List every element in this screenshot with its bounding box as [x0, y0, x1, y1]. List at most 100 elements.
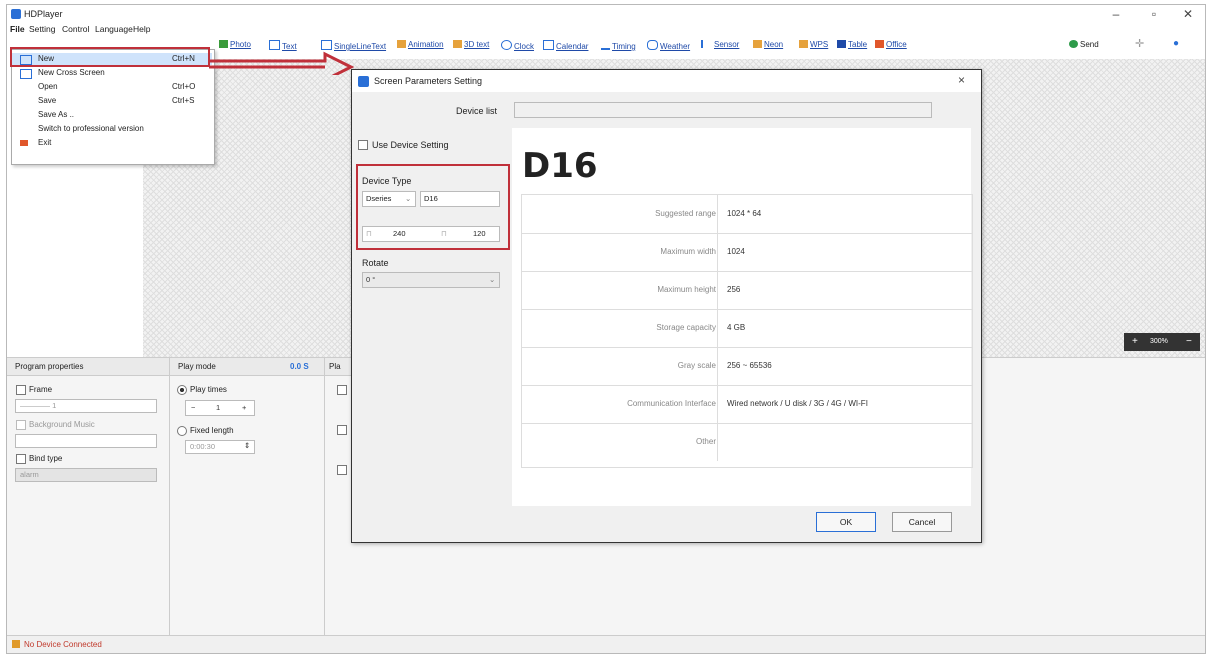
spin-icon[interactable]: ⇕ [244, 441, 250, 450]
rotate-select[interactable]: 0 ° ⌄ [362, 272, 500, 288]
ok-button[interactable]: OK [816, 512, 876, 532]
toolbar-table[interactable]: Table [837, 40, 867, 49]
option-checkbox[interactable] [337, 385, 347, 395]
table-row: Maximum height 256 [522, 271, 972, 310]
minimize-button[interactable]: – [1101, 7, 1131, 21]
annotation-box [10, 47, 210, 67]
dialog-close-icon[interactable]: × [958, 73, 965, 87]
maximize-button[interactable]: ▫ [1139, 7, 1169, 21]
toolbar-3dtext[interactable]: 3D text [453, 40, 489, 49]
menu-item-save-shortcut: Ctrl+S [172, 96, 195, 105]
divider [324, 358, 325, 636]
dialog-logo-icon [358, 76, 369, 87]
spec-key: Other [695, 437, 716, 446]
use-device-setting-label: Use Device Setting [372, 140, 449, 150]
program-properties-header: Program properties [7, 358, 169, 376]
send-button[interactable]: Send [1069, 40, 1099, 49]
table-row: Communication Interface Wired network / U… [522, 385, 972, 424]
spec-value: 1024 [727, 247, 745, 256]
spec-key: Maximum width [660, 247, 716, 256]
menu-item-professional[interactable]: Switch to professional version [12, 123, 212, 135]
device-list-input[interactable] [514, 102, 932, 118]
menu-item-open[interactable]: Open Ctrl+O [12, 81, 212, 93]
toolbar-office-label: Office [886, 40, 907, 49]
toolbar-office[interactable]: Office [875, 40, 907, 49]
toolbar-calendar[interactable]: Calendar [543, 40, 588, 51]
menu-item-save[interactable]: Save Ctrl+S [12, 95, 212, 107]
background-music-select[interactable] [15, 434, 157, 448]
rotate-value: 0 ° [366, 275, 376, 284]
annotation-arrow [209, 51, 355, 75]
bind-type-value: alarm [20, 470, 39, 479]
use-device-setting-checkbox[interactable] [358, 140, 368, 150]
spec-value: 256 ~ 65536 [727, 361, 772, 370]
bind-type-checkbox[interactable] [16, 454, 26, 464]
decrement-icon[interactable]: − [191, 403, 195, 412]
spec-table: Suggested range 1024 * 64 Maximum width 10… [521, 194, 973, 468]
menu-item-open-label: Open [38, 82, 58, 91]
menu-item-save-as-label: Save As .. [38, 110, 75, 119]
zoom-control[interactable]: + 300% − [1124, 333, 1200, 351]
toolbar-sensor-label: Sensor [714, 40, 740, 49]
increment-icon[interactable]: + [242, 403, 246, 412]
toolbar-sensor[interactable]: Sensor [701, 40, 739, 49]
menu-item-save-label: Save [38, 96, 57, 105]
send-icon [1069, 40, 1078, 48]
play-times-value: 1 [216, 403, 221, 412]
app-window: HDPlayer – ▫ ✕ File Setting Control Lang… [6, 4, 1206, 654]
play-times-stepper[interactable]: − 1 + [185, 400, 255, 416]
sensor-icon [701, 40, 712, 48]
toolbar-weather[interactable]: Weather [647, 40, 690, 51]
option-checkbox[interactable] [337, 425, 347, 435]
screen-parameters-dialog: Screen Parameters Setting × Device list … [351, 69, 982, 543]
background-music-checkbox[interactable] [16, 420, 26, 430]
plus-icon[interactable]: ✛ [1135, 37, 1144, 50]
bind-type-select[interactable]: alarm [15, 468, 157, 482]
device-model-heading: D16 [522, 146, 598, 186]
settings-icon[interactable]: ● [1173, 38, 1179, 49]
spec-key: Suggested range [655, 209, 716, 218]
toolbar-animation[interactable]: Animation [397, 40, 444, 49]
app-logo-icon [11, 9, 21, 19]
zoom-out-icon[interactable]: − [1186, 336, 1192, 347]
spec-key: Gray scale [677, 361, 716, 370]
menu-help[interactable]: Help [133, 24, 150, 34]
cross-screen-icon [20, 69, 32, 79]
spec-key: Maximum height [657, 285, 716, 294]
annotation-box [356, 164, 510, 250]
menu-item-exit[interactable]: Exit [12, 137, 212, 149]
toolbar-neon[interactable]: Neon [753, 40, 783, 49]
play-times-radio[interactable] [177, 385, 187, 395]
fixed-length-radio[interactable] [177, 426, 187, 436]
zoom-in-icon[interactable]: + [1132, 336, 1138, 347]
timing-icon [601, 40, 610, 50]
spec-key: Communication Interface [627, 399, 716, 408]
3d-text-icon [453, 40, 462, 48]
fixed-length-label: Fixed length [190, 426, 234, 435]
fixed-length-input[interactable]: 0:00:30 ⇕ [185, 440, 255, 454]
spec-value: 1024 * 64 [727, 209, 762, 218]
divider [169, 358, 170, 636]
toolbar-timing[interactable]: Timing [601, 40, 636, 51]
clock-icon [501, 40, 512, 50]
menu-item-exit-label: Exit [38, 138, 52, 147]
menu-control[interactable]: Control [62, 24, 89, 34]
frame-select[interactable]: ———— 1 [15, 399, 157, 413]
menu-item-new-cross-screen[interactable]: New Cross Screen [12, 67, 212, 79]
toolbar-calendar-label: Calendar [556, 42, 589, 51]
cancel-button[interactable]: Cancel [892, 512, 952, 532]
rotate-label: Rotate [362, 258, 389, 268]
status-bar: No Device Connected [7, 635, 1205, 653]
menu-setting[interactable]: Setting [29, 24, 55, 34]
animation-icon [397, 40, 406, 48]
menu-file[interactable]: File [10, 24, 25, 34]
toolbar-clock[interactable]: Clock [501, 40, 534, 51]
frame-checkbox[interactable] [16, 385, 26, 395]
toolbar-3dtext-label: 3D text [464, 40, 490, 49]
close-button[interactable]: ✕ [1173, 7, 1203, 21]
spec-key: Storage capacity [656, 323, 716, 332]
menu-item-save-as[interactable]: Save As .. [12, 109, 212, 121]
menu-language[interactable]: Language [95, 24, 133, 34]
option-checkbox[interactable] [337, 465, 347, 475]
toolbar-wps[interactable]: WPS [799, 40, 828, 49]
